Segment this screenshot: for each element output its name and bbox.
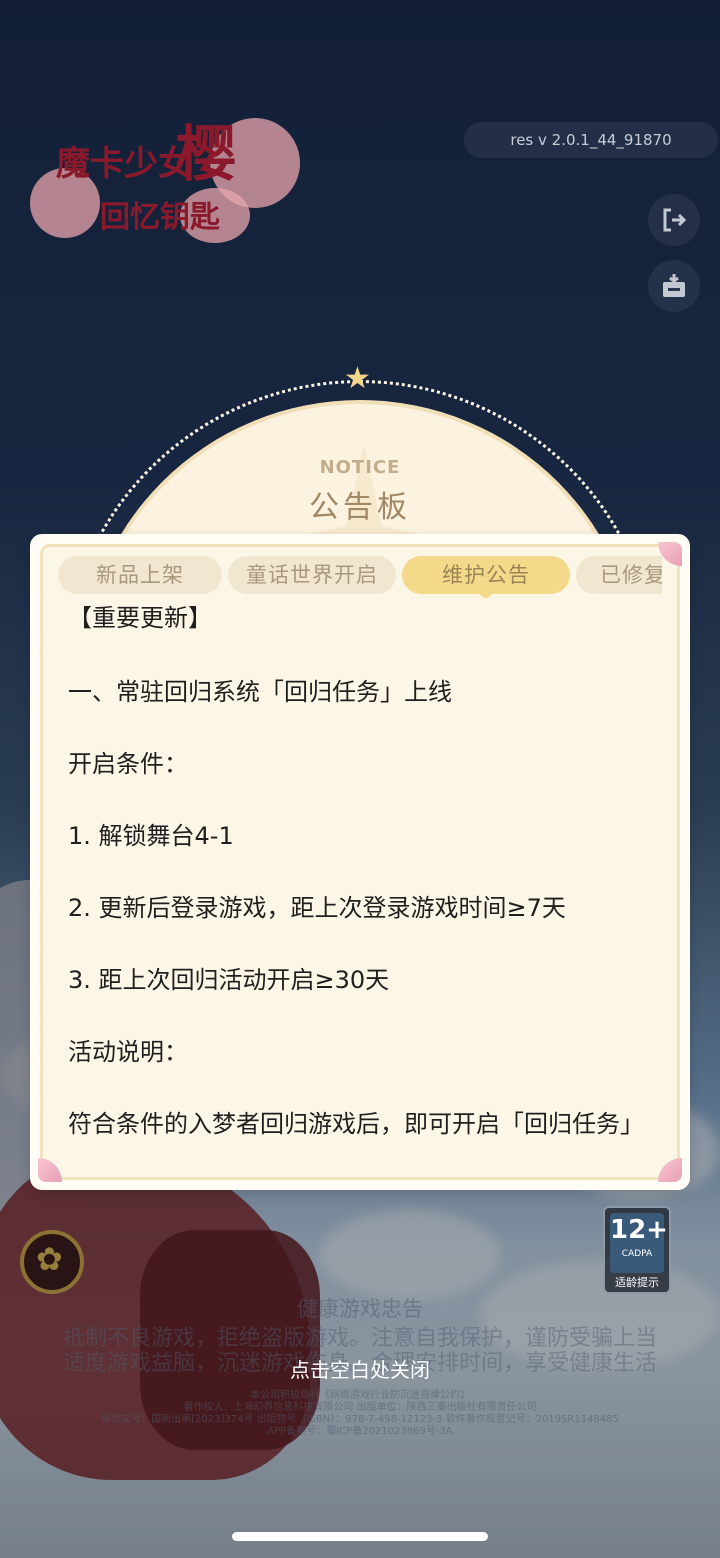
logout-icon [663,208,687,232]
content-heading: 【重要更新】 [68,604,212,632]
age-rating-tip: 适龄提示 [615,1276,659,1289]
close-hint[interactable]: 点击空白处关闭 [0,1354,720,1383]
content-condition-item: 3. 距上次回归活动开启≥30天 [68,966,390,994]
notice-board-button[interactable] [648,260,700,312]
content-condition-item: 2. 更新后登录游戏，距上次登录游戏时间≥7天 [68,894,566,922]
notice-title-en: NOTICE [319,457,401,478]
content-description: 符合条件的入梦者回归游戏后，即可开启「回归任务」 [68,1110,644,1138]
notice-tabs: 新品上架 童话世界开启 维护公告 已修复 [58,556,662,596]
logout-button[interactable] [648,194,700,246]
logo-text: 回忆钥匙 [100,200,220,235]
tab-fairy-world[interactable]: 童话世界开启 [228,556,396,594]
age-rating-value: 12+ [610,1215,668,1245]
legal-text: APP备案号：蜀ICP备2021023869号-3A [267,1426,453,1437]
notice-content[interactable]: 【重要更新】 一、常驻回归系统「回归任务」上线 开启条件： 1. 解锁舞台4-1… [68,600,652,1156]
logo-text: 樱 [176,120,236,190]
content-section-title: 一、常驻回归系统「回归任务」上线 [68,678,452,706]
home-indicator[interactable] [232,1532,488,1541]
health-advice-title: 健康游戏忠告 [297,1297,423,1321]
content-condition-item: 1. 解锁舞台4-1 [68,822,234,850]
version-label: res v 2.0.1_44_91870 [464,122,718,158]
notice-title: 公告板 [309,490,411,525]
age-rating-org: CADPA [621,1249,653,1259]
notice-board-icon [663,274,685,297]
logo-text: 魔卡少女 [56,144,192,184]
star-icon: ★ [344,361,371,396]
content-description-title: 活动说明： [68,1038,188,1066]
age-rating-badge: 12+ CADPA 适龄提示 [603,1206,671,1294]
game-logo: 魔卡少女 樱 回忆钥匙 [30,118,300,243]
tab-fixed[interactable]: 已修复 [576,556,662,594]
content-condition-title: 开启条件： [68,750,188,778]
tab-new-products[interactable]: 新品上架 [58,556,222,594]
